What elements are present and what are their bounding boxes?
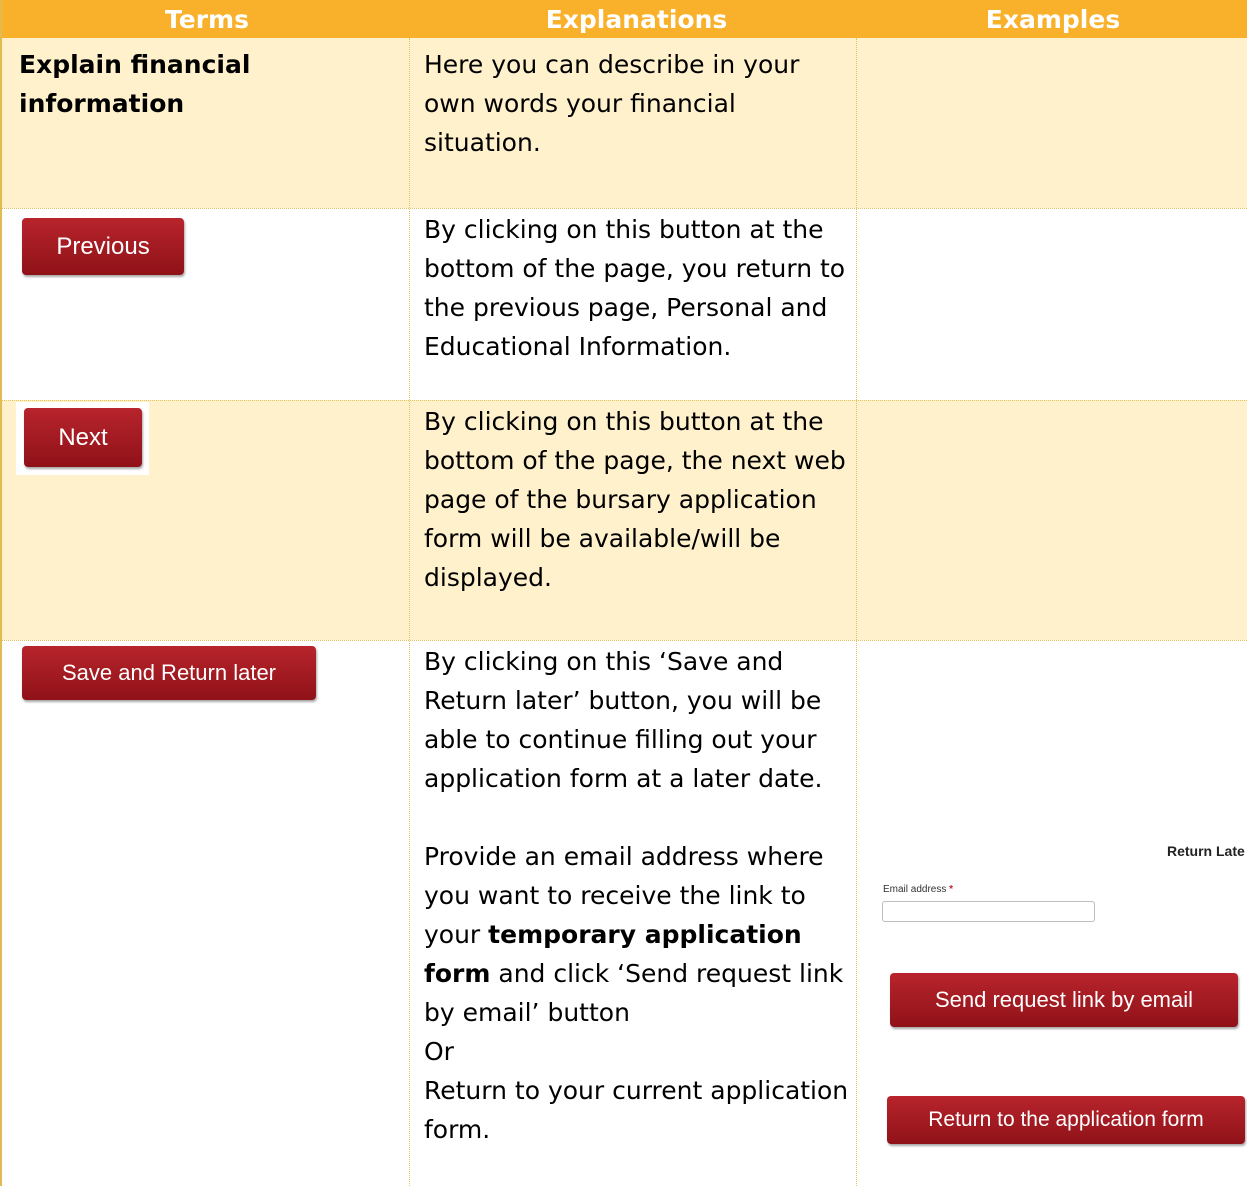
header-explanations: Explanations (545, 5, 728, 34)
return-to-application-button[interactable]: Return to the application form (887, 1096, 1245, 1144)
explanation-text: By clicking on this button at the bottom… (424, 215, 846, 361)
send-request-link-button[interactable]: Send request link by email (890, 973, 1238, 1027)
table-header: Terms Explanations Examples (0, 0, 1247, 38)
explanation-financial: Here you can describe in your own words … (424, 45, 854, 162)
explanation-text: Return to your current application form. (424, 1076, 849, 1144)
explanation-email-instructions: Provide an email address where you want … (424, 837, 854, 1032)
row-divider (0, 640, 1247, 641)
row-divider (0, 208, 1247, 209)
email-field[interactable] (882, 901, 1095, 922)
table-border (0, 0, 2, 1186)
email-address-label: Email address * (883, 884, 953, 895)
explanation-or: Or (424, 1037, 454, 1066)
required-marker: * (949, 884, 954, 895)
example-return-later-heading: Return Late (1167, 843, 1245, 859)
header-examples: Examples (985, 5, 1121, 34)
column-divider (856, 38, 857, 1186)
term-explain-financial: Explain financial information (19, 50, 251, 118)
save-and-return-later-button[interactable]: Save and Return later (22, 646, 316, 700)
explanation-previous: By clicking on this button at the bottom… (424, 210, 854, 366)
explanation-text: By clicking on this ‘Save and Return lat… (424, 647, 823, 793)
explanation-text: By clicking on this button at the bottom… (424, 407, 846, 592)
explanation-text: Here you can describe in your own words … (424, 50, 800, 157)
previous-button[interactable]: Previous (22, 218, 184, 275)
explanation-save-return: By clicking on this ‘Save and Return lat… (424, 642, 854, 1149)
row-divider (0, 400, 1247, 401)
explanation-next: By clicking on this button at the bottom… (424, 402, 854, 597)
column-divider (409, 38, 410, 1186)
header-terms: Terms (165, 5, 249, 34)
next-button[interactable]: Next (24, 408, 142, 467)
email-label-text: Email address (883, 884, 947, 895)
